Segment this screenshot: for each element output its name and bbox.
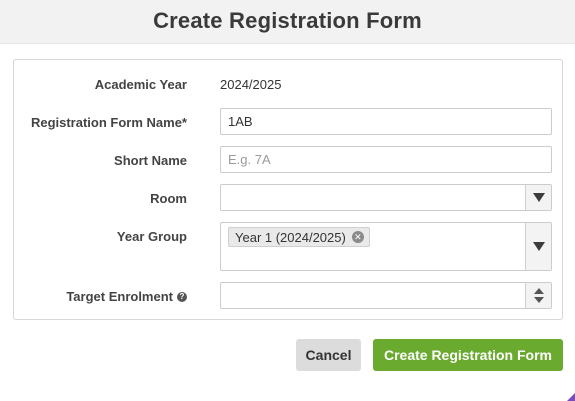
chevron-down-icon (532, 242, 545, 251)
form-name-value: 1AB (228, 114, 253, 129)
short-name-label-text: Short Name (114, 153, 187, 168)
short-name-placeholder: E.g. 7A (228, 152, 271, 167)
target-enrolment-input[interactable] (220, 282, 552, 309)
year-group-tag-label: Year 1 (2024/2025) (235, 229, 346, 245)
room-label: Room (150, 191, 187, 206)
short-name-input[interactable]: E.g. 7A (220, 146, 552, 173)
form-name-label: Registration Form Name* (31, 115, 187, 130)
dialog-title: Create Registration Form (153, 8, 422, 33)
room-label-text: Room (150, 191, 187, 206)
room-select[interactable] (220, 184, 552, 211)
x-circle-icon[interactable]: ✕ (351, 231, 364, 243)
cancel-button[interactable]: Cancel (296, 339, 361, 371)
year-group-tag: Year 1 (2024/2025) ✕ (228, 227, 370, 247)
target-enrolment-label: Target Enrolment ? (66, 289, 187, 304)
dialog-header: Create Registration Form (0, 0, 575, 44)
form-panel: Academic Year 2024/2025 Registration For… (13, 59, 563, 320)
chevron-down-icon (532, 193, 545, 202)
year-group-select[interactable]: Year 1 (2024/2025) ✕ (220, 222, 552, 271)
room-dropdown-button[interactable] (525, 185, 551, 210)
academic-year-value: 2024/2025 (220, 77, 282, 92)
form-name-label-text: Registration Form Name* (30, 115, 187, 130)
question-circle-icon[interactable]: ? (177, 291, 187, 302)
target-enrolment-label-text: Target Enrolment (66, 289, 173, 304)
academic-year-label-text: Academic Year (94, 77, 187, 92)
year-group-label-text: Year Group (116, 229, 187, 244)
stepper-down-icon[interactable] (533, 297, 544, 303)
year-group-label: Year Group (117, 229, 187, 244)
form-name-input[interactable]: 1AB (220, 108, 552, 135)
stepper-up-icon[interactable] (533, 288, 544, 294)
create-registration-form-button[interactable]: Create Registration Form (373, 339, 563, 371)
short-name-label: Short Name (114, 153, 187, 168)
academic-year-label: Academic Year (95, 77, 187, 92)
number-stepper[interactable] (525, 283, 551, 308)
year-group-dropdown-button[interactable] (525, 223, 551, 270)
corner-decoration (567, 393, 575, 401)
